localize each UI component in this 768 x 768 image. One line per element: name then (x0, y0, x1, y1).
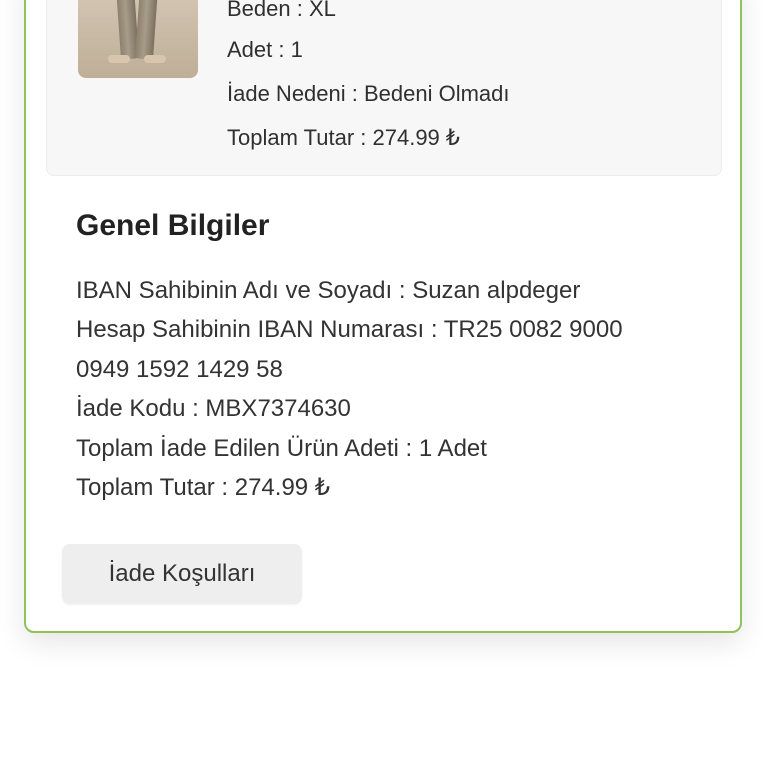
return-details-card: Beden : XL Adet : 1 İade Nedeni : Bedeni… (24, 0, 742, 633)
product-quantity: Adet : 1 (227, 37, 303, 62)
iban-number-line-2: 0949 1592 1429 58 (76, 356, 283, 383)
return-reason: İade Nedeni : Bedeni Olmadı (227, 81, 510, 106)
product-image-right-shoe (144, 55, 166, 63)
iban-owner-name: IBAN Sahibinin Adı ve Soyadı : Suzan alp… (76, 277, 581, 304)
total-return-amount: Toplam Tutar : 274.99 ₺ (76, 474, 331, 501)
return-conditions-button[interactable]: İade Koşulları (62, 544, 302, 604)
product-size: Beden : XL (227, 0, 336, 21)
product-image-left-shoe (108, 55, 130, 63)
general-info-title: Genel Bilgiler (76, 209, 270, 242)
returned-item-count: Toplam İade Edilen Ürün Adeti : 1 Adet (76, 435, 487, 462)
return-code: İade Kodu : MBX7374630 (76, 395, 351, 422)
return-details-screen: Beden : XL Adet : 1 İade Nedeni : Bedeni… (0, 0, 768, 768)
iban-number-line-1: Hesap Sahibinin IBAN Numarası : TR25 008… (76, 316, 623, 343)
product-image-right-leg (135, 0, 159, 60)
product-image (78, 0, 198, 78)
product-total: Toplam Tutar : 274.99 ₺ (227, 125, 460, 150)
returned-product-panel: Beden : XL Adet : 1 İade Nedeni : Bedeni… (46, 0, 722, 176)
